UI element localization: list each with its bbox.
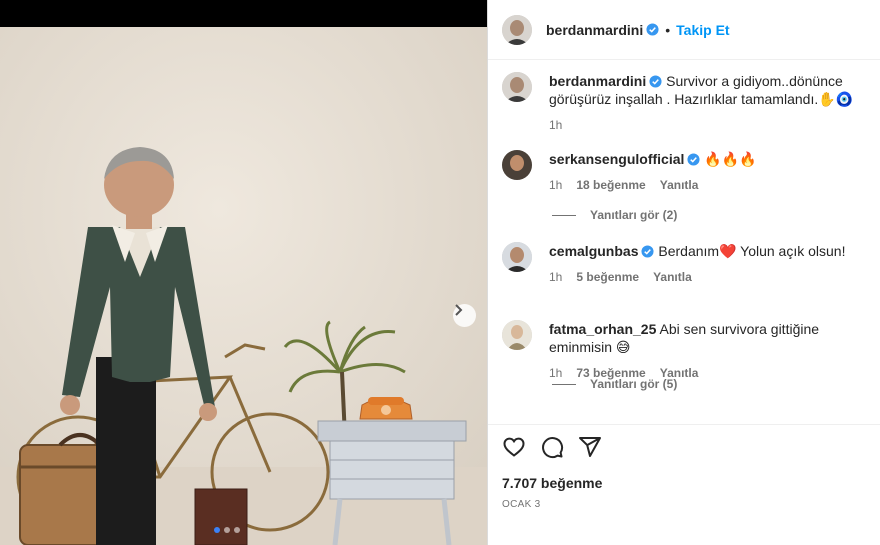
share-icon[interactable] [578,435,602,459]
comment-likes[interactable]: 18 beğenme [576,176,645,194]
author-username[interactable]: berdanmardini [549,73,646,89]
carousel-dot [234,527,240,533]
view-replies-button[interactable]: Yanıtları gör (5) [552,377,677,391]
verified-badge-icon [641,245,655,258]
commenter-avatar[interactable] [502,320,532,350]
view-replies-label: Yanıtları gör (5) [590,377,678,391]
separator-dot: • [665,21,671,38]
post-details-panel: berdanmardini • Takip Et berdanmardini S… [488,0,880,545]
comment-likes[interactable]: 5 beğenme [576,268,639,286]
comment-icon[interactable] [540,435,564,459]
verified-badge-icon [649,75,662,88]
post-header: berdanmardini • Takip Et [488,0,880,60]
reply-button[interactable]: Yanıtla [660,176,699,194]
comment-text: 🔥🔥🔥 [704,151,757,167]
comment-time: 1h [549,178,563,192]
post-actions: 7.707 beğenme OCAK 3 [488,424,880,545]
author-avatar[interactable] [502,14,532,45]
commenter-avatar[interactable] [502,242,532,272]
photo-illustration [0,27,487,545]
follow-button[interactable]: Takip Et [676,22,729,38]
carousel-dot [224,527,230,533]
caption-time: 1h [549,118,563,132]
heart-icon[interactable] [502,435,526,459]
comment-text: Berdanım❤️ Yolun açık olsun! [658,243,846,259]
author-username[interactable]: berdanmardini [546,22,643,38]
top-strip [0,0,487,27]
view-replies-label: Yanıtları gör (2) [590,208,678,222]
replies-line [552,383,576,385]
comment-time: 1h [549,270,563,284]
commenter-username[interactable]: cemalgunbas [549,243,638,259]
commenter-username[interactable]: serkansengulofficial [549,151,684,167]
view-replies-button[interactable]: Yanıtları gör (2) [552,208,677,222]
likes-count[interactable]: 7.707 beğenme [502,475,602,491]
verified-badge-icon [646,23,659,36]
commenter-avatar[interactable] [502,150,532,180]
next-photo-button[interactable] [453,304,476,327]
comments-list[interactable]: berdanmardini Survivor a gidiyom..dönünc… [488,61,880,424]
post-date: OCAK 3 [502,499,541,510]
carousel-dots [214,527,240,533]
replies-line [552,214,576,216]
reply-button[interactable]: Yanıtla [653,268,692,286]
commenter-username[interactable]: fatma_orhan_25 [549,321,656,337]
carousel-dot [214,527,220,533]
author-avatar[interactable] [502,72,532,102]
post-photo[interactable] [0,27,487,545]
chevron-right-icon [455,304,463,316]
verified-badge-icon [687,153,700,166]
